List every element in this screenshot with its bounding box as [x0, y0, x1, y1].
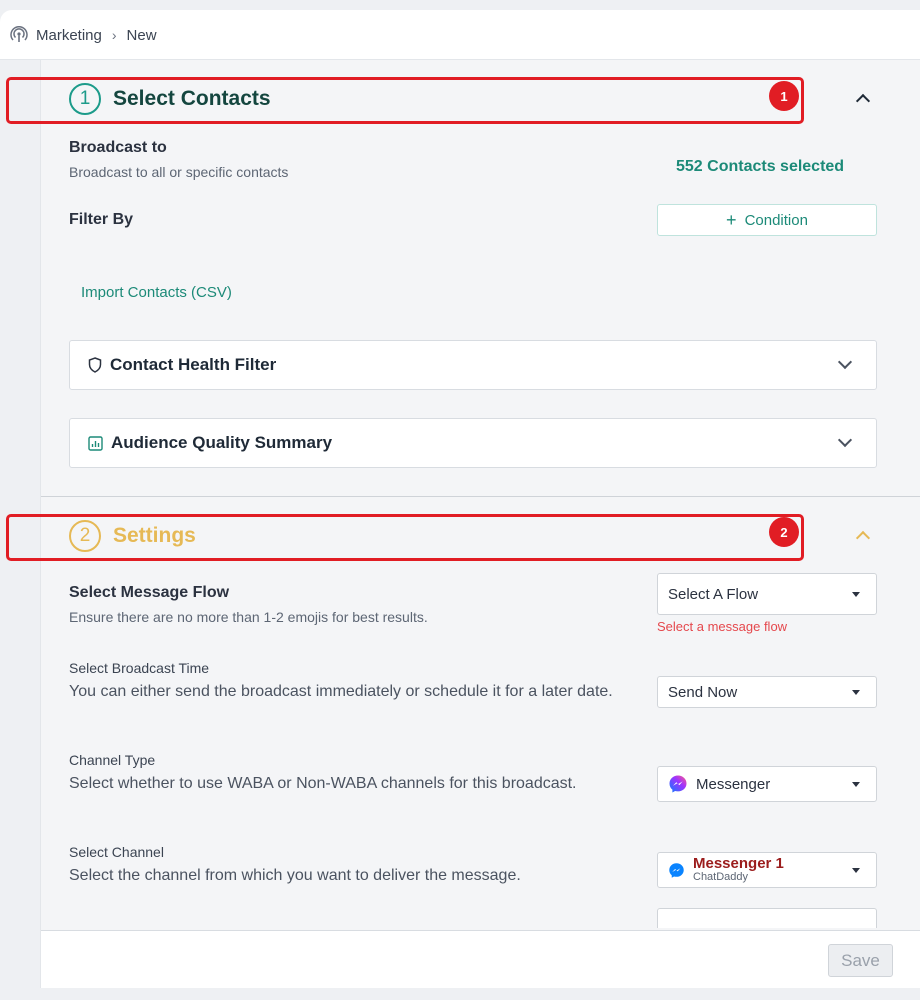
broadcast-time-description: You can either send the broadcast immedi… — [69, 683, 613, 700]
messenger-icon — [669, 775, 687, 793]
message-flow-description: Ensure there are no more than 1-2 emojis… — [69, 609, 428, 625]
plus-icon: + — [726, 210, 737, 230]
chevron-up-icon[interactable] — [855, 93, 871, 109]
channel-select[interactable]: Messenger 1 ChatDaddy — [657, 852, 877, 888]
contact-health-filter-accordion[interactable]: Contact Health Filter — [69, 340, 877, 390]
caret-down-icon — [852, 592, 860, 597]
messenger-icon — [669, 862, 684, 878]
section-divider — [41, 496, 920, 497]
channel-value: Messenger 1 — [693, 855, 784, 873]
chevron-down-icon — [837, 432, 853, 448]
breadcrumb-root[interactable]: Marketing — [36, 27, 102, 44]
broadcast-time-value: Send Now — [668, 683, 738, 701]
channel-type-select[interactable]: Messenger — [657, 766, 877, 802]
broadcast-icon — [10, 26, 28, 42]
channel-value-stack: Messenger 1 ChatDaddy — [693, 856, 784, 883]
broadcast-to-label: Broadcast to — [69, 139, 167, 156]
channel-description: Select the channel from which you want t… — [69, 867, 521, 884]
import-contacts-link[interactable]: Import Contacts (CSV) — [81, 284, 232, 301]
broadcast-time-label: Select Broadcast Time — [69, 660, 210, 676]
chevron-up-icon[interactable] — [855, 530, 871, 546]
breadcrumb-current: New — [126, 26, 157, 44]
annotation-box-2 — [6, 514, 804, 561]
contacts-selected-count[interactable]: 552 Contacts selected — [676, 158, 844, 176]
annotation-badge-1: 1 — [769, 81, 799, 111]
annotation-badge-2: 2 — [769, 517, 799, 547]
filter-by-label: Filter By — [69, 211, 134, 228]
broadcast-time-select[interactable]: Send Now — [657, 676, 877, 708]
message-flow-error: Select a message flow — [657, 619, 788, 634]
chart-icon — [88, 435, 103, 451]
contact-health-filter-title: Contact Health Filter — [110, 355, 277, 374]
top-bar: Marketing › New — [0, 10, 920, 60]
channel-type-value: Messenger — [696, 775, 771, 793]
breadcrumb: Marketing › New — [10, 26, 157, 44]
channel-type-description: Select whether to use WABA or Non-WABA c… — [69, 775, 577, 792]
audience-quality-summary-title: Audience Quality Summary — [111, 433, 333, 452]
form-footer: Save — [41, 930, 920, 988]
caret-down-icon — [852, 690, 860, 695]
add-condition-label: Condition — [744, 211, 808, 229]
add-condition-button[interactable]: + Condition — [657, 204, 877, 236]
chevron-right-icon: › — [111, 27, 117, 43]
audience-quality-summary-accordion[interactable]: Audience Quality Summary — [69, 418, 877, 468]
message-flow-label: Select Message Flow — [69, 584, 230, 601]
chevron-down-icon — [837, 354, 853, 370]
channel-label: Select Channel — [69, 844, 164, 860]
annotation-box-1 — [6, 77, 804, 124]
save-button[interactable]: Save — [828, 944, 893, 977]
message-flow-select[interactable]: Select A Flow — [657, 573, 877, 615]
message-flow-value: Select A Flow — [668, 585, 759, 603]
caret-down-icon — [852, 782, 860, 787]
channel-type-label: Channel Type — [69, 752, 156, 768]
channel-provider: ChatDaddy — [693, 871, 749, 884]
broadcast-to-description: Broadcast to all or specific contacts — [69, 164, 289, 180]
shield-icon — [88, 357, 102, 373]
caret-down-icon — [852, 868, 860, 873]
next-field-partial — [657, 908, 877, 928]
